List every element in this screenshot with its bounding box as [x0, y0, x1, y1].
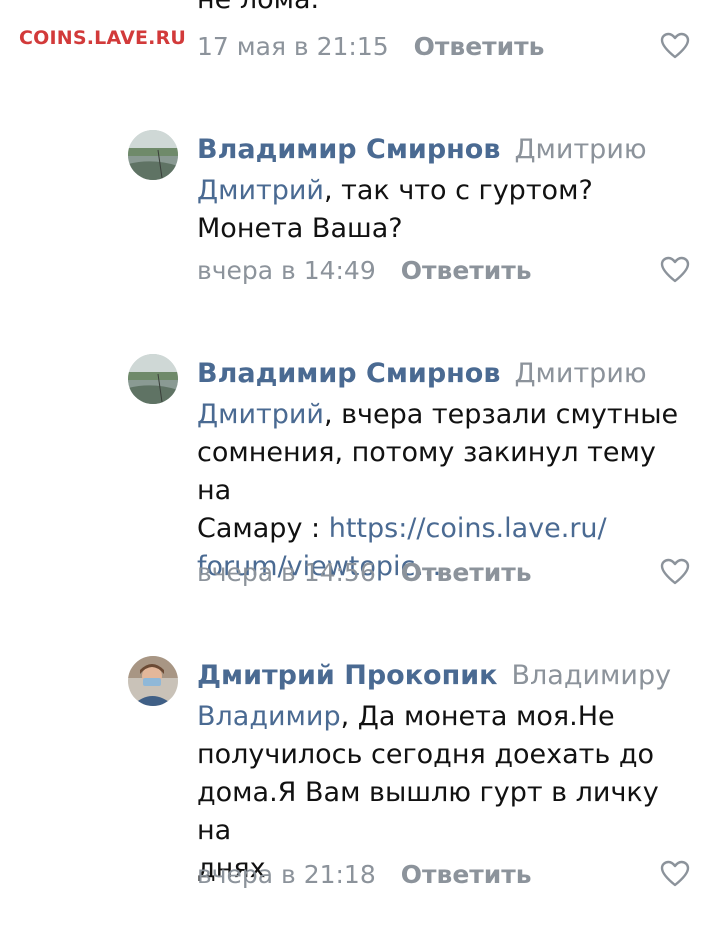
comment-time: 17 мая в 21:15 [197, 31, 389, 61]
avatar[interactable] [128, 354, 178, 404]
previous-comment-text: не лома. [197, 0, 319, 15]
mention-link[interactable]: Дмитрий [197, 175, 324, 206]
comment-time: вчера в 14:49 [197, 255, 376, 285]
mention-link[interactable]: Дмитрий [197, 399, 324, 430]
comment-header: Владимир Смирнов Дмитрию [197, 134, 647, 165]
reply-button[interactable]: Ответить [414, 32, 545, 61]
reply-button[interactable]: Ответить [401, 860, 532, 889]
heart-outline-icon[interactable] [660, 32, 690, 60]
avatar[interactable] [128, 656, 178, 706]
comment-time: вчера в 14:56 [197, 557, 376, 587]
author-name[interactable]: Дмитрий Прокопик [197, 660, 498, 691]
author-name[interactable]: Владимир Смирнов [197, 134, 500, 165]
reply-to: Владимиру [511, 660, 672, 691]
reply-to: Дмитрию [514, 134, 647, 165]
heart-outline-icon[interactable] [660, 860, 690, 888]
mention-link[interactable]: Владимир [197, 701, 341, 732]
avatar[interactable] [128, 130, 178, 180]
reply-button[interactable]: Ответить [401, 256, 532, 285]
topic-link[interactable]: https://coins.lave.ru/ [329, 513, 607, 544]
comment-meta: вчера в 14:56 Ответить [197, 552, 690, 592]
comment-meta: вчера в 21:18 Ответить [197, 854, 690, 894]
comment-header: Дмитрий Прокопик Владимиру [197, 660, 671, 691]
comment-text: Дмитрий, так что с гуртом? Монета Ваша? [197, 175, 593, 244]
comment-header: Владимир Смирнов Дмитрию [197, 358, 647, 389]
reply-button[interactable]: Ответить [401, 558, 532, 587]
reply-to: Дмитрию [514, 358, 647, 389]
heart-outline-icon[interactable] [660, 256, 690, 284]
watermark: COINS.LAVE.RU [19, 27, 187, 49]
comments-page: COINS.LAVE.RU не лома. 17 мая в 21:15 От… [0, 0, 720, 926]
previous-comment-meta: 17 мая в 21:15 Ответить [197, 26, 690, 66]
author-name[interactable]: Владимир Смирнов [197, 358, 500, 389]
comment-time: вчера в 21:18 [197, 859, 376, 889]
comment-meta: вчера в 14:49 Ответить [197, 250, 690, 290]
heart-outline-icon[interactable] [660, 558, 690, 586]
